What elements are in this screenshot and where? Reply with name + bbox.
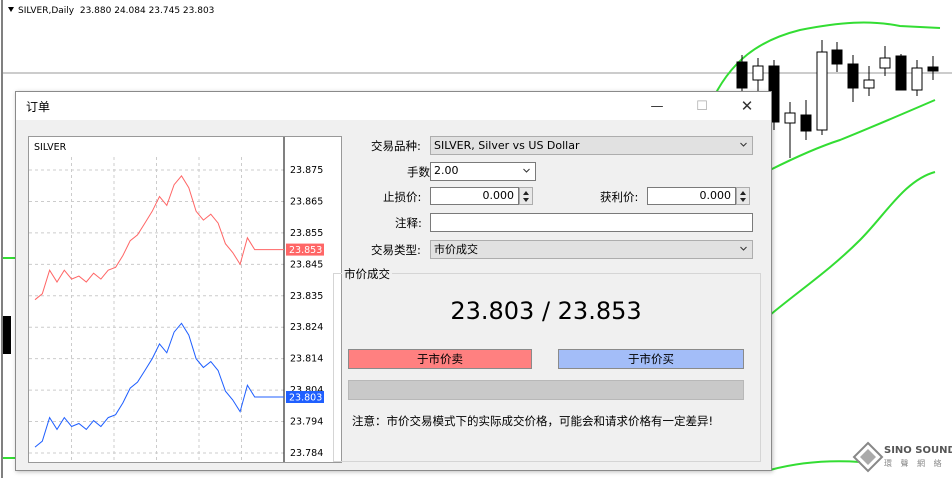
minimize-button[interactable]: —	[635, 92, 679, 120]
symbol-label: 交易品种:	[371, 139, 421, 153]
volume-value: 2.00	[434, 164, 459, 177]
ask-price-line	[34, 175, 284, 301]
chevron-down-icon	[740, 246, 747, 251]
watermark-line2: 環 聲 網 絡	[884, 459, 945, 468]
band-fragment-bottom	[769, 460, 861, 471]
tick-chart-y-label: 23.794	[290, 417, 323, 428]
comment-label: 注释:	[395, 216, 422, 230]
lower-band-line	[769, 171, 936, 316]
chart-symbol-period: SILVER,Daily	[18, 6, 75, 16]
maximize-button[interactable]: ☐	[680, 92, 724, 120]
comment-input[interactable]	[430, 213, 753, 232]
execution-notice: 注意：市价交易模式下的实际成交价格，可能会和请求价格有一定差异!	[352, 414, 714, 428]
spin-down-icon[interactable]	[740, 198, 746, 202]
market-execution-title: 市价成交	[342, 266, 392, 282]
tick-chart-y-label: 23.824	[290, 322, 323, 333]
tick-chart-y-label: 23.865	[290, 196, 323, 207]
middle-band-line	[769, 99, 936, 171]
stop-loss-label: 止损价:	[383, 190, 422, 204]
tick-chart-y-label: 23.875	[290, 165, 323, 176]
dialog-titlebar[interactable]: 订单 — ☐ ✕	[16, 92, 771, 120]
tick-chart-symbol: SILVER	[34, 142, 67, 153]
take-profit-spinner[interactable]	[736, 187, 750, 205]
tick-chart-y-label: 23.845	[290, 259, 323, 270]
take-profit-input[interactable]: 0.000	[647, 187, 736, 205]
tick-chart: SILVER 23.875 23.865 23.855 23.845 23.835 23.…	[28, 136, 342, 463]
order-type-select[interactable]: 市价成交	[430, 240, 753, 259]
dialog-title: 订单	[26, 100, 51, 114]
chevron-down-icon	[523, 168, 530, 173]
symbol-select-value: SILVER, Silver vs US Dollar	[434, 139, 580, 152]
candle-fragment-left	[3, 316, 11, 354]
spin-up-icon[interactable]	[523, 191, 529, 195]
buy-by-market-button[interactable]: 于市价买	[558, 349, 744, 369]
tick-chart-svg: SILVER 23.875 23.865 23.855 23.845 23.835 23.…	[29, 137, 324, 462]
bid-ask-price: 23.803 / 23.853	[450, 297, 642, 325]
chart-ohlc-values: 23.880 24.084 23.745 23.803	[79, 6, 215, 16]
tick-chart-y-label: 23.835	[290, 291, 323, 302]
chart-header: SILVER,Daily 23.880 24.084 23.745 23.803	[8, 6, 214, 16]
volume-combo[interactable]: 2.00	[430, 162, 536, 181]
tick-chart-y-label: 23.784	[290, 448, 323, 459]
stop-loss-input[interactable]: 0.000	[430, 187, 519, 205]
order-type-label: 交易类型:	[371, 243, 421, 257]
dropdown-triangle-icon[interactable]	[8, 7, 14, 12]
execution-progress-bar	[348, 380, 744, 400]
close-button[interactable]: ✕	[725, 92, 769, 120]
tick-chart-y-label: 23.814	[290, 354, 323, 365]
spin-down-icon[interactable]	[523, 198, 529, 202]
order-dialog: 订单 — ☐ ✕ SILVER 23.875 23.865 23.855 23.845…	[15, 91, 772, 471]
chevron-down-icon	[740, 142, 747, 147]
take-profit-label: 获利价:	[600, 190, 639, 204]
bid-price-line	[34, 322, 284, 448]
bid-price-label: 23.803	[289, 392, 322, 403]
spin-up-icon[interactable]	[740, 191, 746, 195]
watermark-line1: SINO SOUND	[884, 445, 952, 456]
order-type-value: 市价成交	[434, 243, 478, 256]
tick-chart-y-label: 23.855	[290, 228, 323, 239]
stop-loss-spinner[interactable]	[519, 187, 533, 205]
ask-price-label: 23.853	[289, 245, 322, 256]
sell-by-market-button[interactable]: 于市价卖	[348, 349, 532, 369]
symbol-select[interactable]: SILVER, Silver vs US Dollar	[430, 136, 753, 155]
